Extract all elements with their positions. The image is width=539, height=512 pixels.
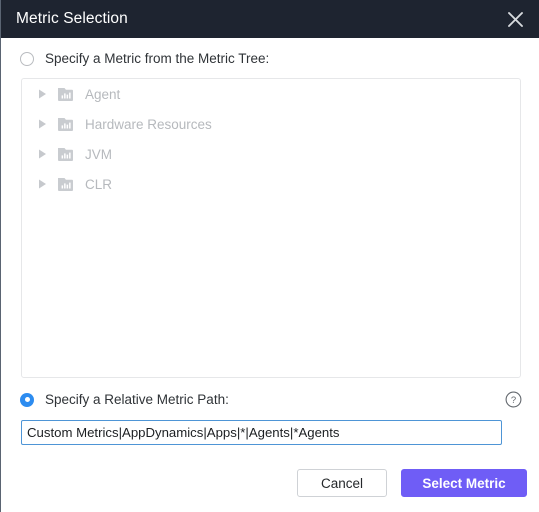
dialog-titlebar: Metric Selection: [1, 0, 539, 38]
svg-text:?: ?: [511, 395, 516, 406]
dialog-body: Specify a Metric from the Metric Tree: A…: [1, 38, 539, 512]
metric-folder-icon: [58, 86, 74, 102]
option-metric-tree[interactable]: Specify a Metric from the Metric Tree:: [20, 51, 269, 66]
tree-row[interactable]: Agent: [22, 79, 520, 109]
relative-metric-path-input[interactable]: [21, 420, 502, 445]
select-metric-button[interactable]: Select Metric: [401, 469, 527, 497]
chevron-right-icon[interactable]: [36, 148, 48, 160]
chevron-right-icon[interactable]: [36, 88, 48, 100]
tree-item-label: Agent: [85, 86, 121, 102]
chevron-right-icon[interactable]: [36, 118, 48, 130]
option-relative-path-label: Specify a Relative Metric Path:: [45, 392, 229, 407]
close-button[interactable]: [496, 0, 534, 38]
tree-item-label: JVM: [85, 146, 112, 162]
tree-row[interactable]: Hardware Resources: [22, 109, 520, 139]
metric-tree-panel[interactable]: Agent Hardware Resources JVM CLR: [21, 78, 521, 378]
close-icon: [507, 11, 524, 28]
option-relative-path[interactable]: Specify a Relative Metric Path:: [20, 392, 229, 407]
cancel-button[interactable]: Cancel: [297, 469, 387, 497]
option-metric-tree-label: Specify a Metric from the Metric Tree:: [45, 51, 270, 66]
help-circle-icon[interactable]: ?: [505, 391, 522, 408]
tree-item-label: Hardware Resources: [85, 116, 212, 132]
metric-selection-dialog: Metric Selection Specify a Metric from t…: [0, 0, 539, 512]
tree-item-label: CLR: [85, 176, 113, 192]
metric-folder-icon: [58, 176, 74, 192]
dialog-title: Metric Selection: [16, 10, 128, 27]
metric-folder-icon: [58, 116, 74, 132]
chevron-right-icon[interactable]: [36, 178, 48, 190]
radio-relative-path[interactable]: [20, 392, 34, 407]
radio-metric-tree[interactable]: [20, 51, 34, 66]
tree-row[interactable]: JVM: [22, 139, 520, 169]
metric-folder-icon: [58, 146, 74, 162]
tree-row[interactable]: CLR: [22, 169, 520, 199]
